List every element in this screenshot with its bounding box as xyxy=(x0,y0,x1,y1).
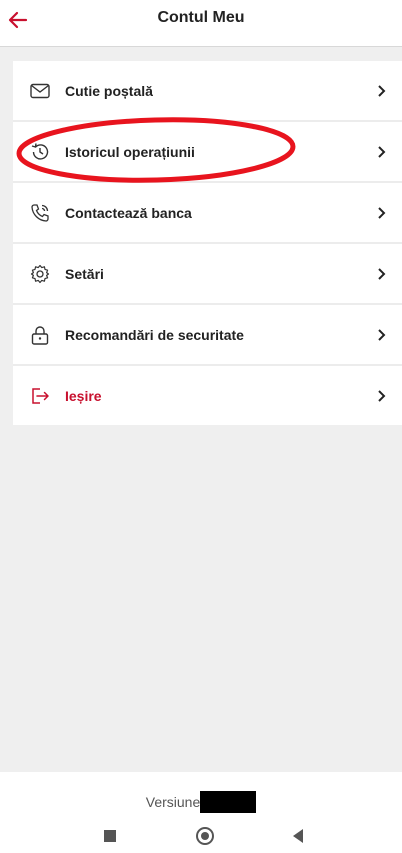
menu-item-label: Setări xyxy=(65,265,104,282)
main-content: Cutie poștală Istoricul operațiunii Cont… xyxy=(0,47,402,772)
menu-item-label: Contactează banca xyxy=(65,204,192,221)
chevron-right-icon xyxy=(375,328,389,342)
menu-item-label: Recomandări de securitate xyxy=(65,326,244,343)
chevron-right-icon xyxy=(375,389,389,403)
menu-item-history[interactable]: Istoricul operațiunii xyxy=(13,122,402,183)
mail-icon xyxy=(29,80,51,102)
gear-icon xyxy=(29,263,51,285)
history-icon xyxy=(29,141,51,163)
phone-icon xyxy=(29,202,51,224)
page-title: Contul Meu xyxy=(157,9,245,26)
chevron-right-icon xyxy=(375,206,389,220)
menu-item-label: Ieșire xyxy=(65,387,102,404)
menu-item-logout[interactable]: Ieșire xyxy=(13,366,402,425)
menu-item-mailbox[interactable]: Cutie poștală xyxy=(13,61,402,122)
menu-item-contact-bank[interactable]: Contactează banca xyxy=(13,183,402,244)
back-triangle-icon xyxy=(293,829,303,843)
system-navigation-bar xyxy=(0,818,402,853)
menu-item-label: Istoricul operațiunii xyxy=(65,143,195,160)
menu-item-settings[interactable]: Setări xyxy=(13,244,402,305)
chevron-right-icon xyxy=(375,267,389,281)
home-button[interactable] xyxy=(193,824,217,848)
logout-icon xyxy=(29,385,51,407)
chevron-right-icon xyxy=(375,145,389,159)
menu-item-security-tips[interactable]: Recomandări de securitate xyxy=(13,305,402,366)
app-header: Contul Meu xyxy=(0,0,402,47)
system-back-button[interactable] xyxy=(286,824,310,848)
menu-item-label: Cutie poștală xyxy=(65,82,153,99)
chevron-right-icon xyxy=(375,84,389,98)
app-version: Versiune xyxy=(0,791,402,813)
recents-button[interactable] xyxy=(98,824,122,848)
lock-icon xyxy=(29,324,51,346)
recents-square-icon xyxy=(104,830,116,842)
redacted-version-number xyxy=(200,791,257,813)
account-menu: Cutie poștală Istoricul operațiunii Cont… xyxy=(13,61,402,425)
version-label: Versiune xyxy=(145,794,201,810)
home-circle-icon xyxy=(196,827,214,845)
